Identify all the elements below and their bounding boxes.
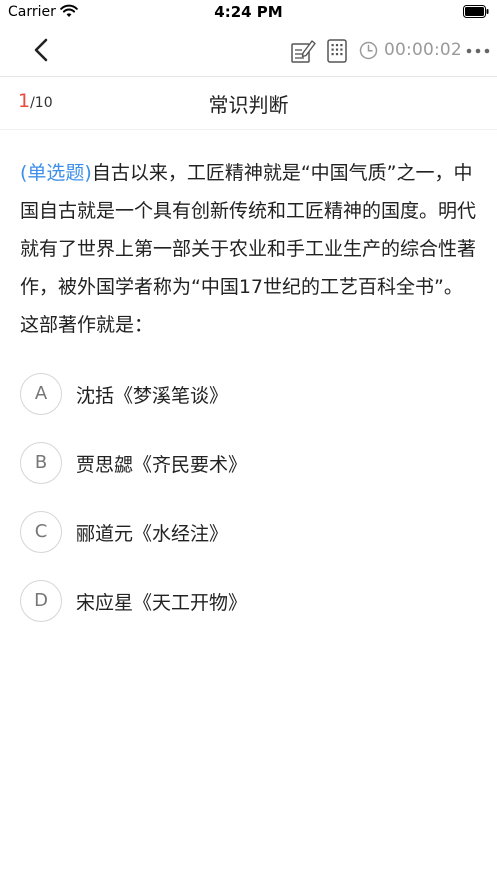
option-text: 郦道元《水经注》: [76, 523, 229, 545]
option-letter-badge: C: [20, 511, 62, 553]
nav-bar: 00:00:02: [0, 24, 497, 77]
screen: Carrier 4:24 PM 00:00:02 1/10 常识判断 (单选题)…: [0, 0, 497, 883]
more-dots-icon[interactable]: [466, 48, 490, 54]
question-text: 自古以来，工匠精神就是“中国气质”之一，中国自古就是一个具有创新传统和工匠精神的…: [20, 162, 477, 336]
option-text: 宋应星《天工开物》: [76, 592, 248, 614]
option-letter-badge: A: [20, 373, 62, 415]
option-text: 沈括《梦溪笔谈》: [76, 385, 229, 407]
question-header: 1/10 常识判断: [0, 77, 497, 130]
edit-note-icon[interactable]: [290, 38, 316, 64]
timer-text: 00:00:02: [384, 40, 462, 60]
clock-icon: [359, 41, 378, 60]
option-d[interactable]: D 宋应星《天工开物》: [20, 580, 478, 622]
question-stem: (单选题)自古以来，工匠精神就是“中国气质”之一，中国自古就是一个具有创新传统和…: [20, 154, 478, 344]
status-time: 4:24 PM: [214, 3, 283, 21]
option-a[interactable]: A 沈括《梦溪笔谈》: [20, 373, 478, 415]
option-text: 贾思勰《齐民要术》: [76, 454, 248, 476]
battery-icon: [463, 5, 489, 18]
status-bar: Carrier 4:24 PM: [0, 0, 497, 24]
grid-card-icon[interactable]: [327, 39, 347, 63]
question-type-label: (单选题): [20, 162, 92, 184]
back-button[interactable]: [28, 36, 56, 64]
option-b[interactable]: B 贾思勰《齐民要术》: [20, 442, 478, 484]
section-title: 常识判断: [208, 93, 289, 117]
option-letter-badge: B: [20, 442, 62, 484]
option-letter-badge: D: [20, 580, 62, 622]
option-c[interactable]: C 郦道元《水经注》: [20, 511, 478, 553]
